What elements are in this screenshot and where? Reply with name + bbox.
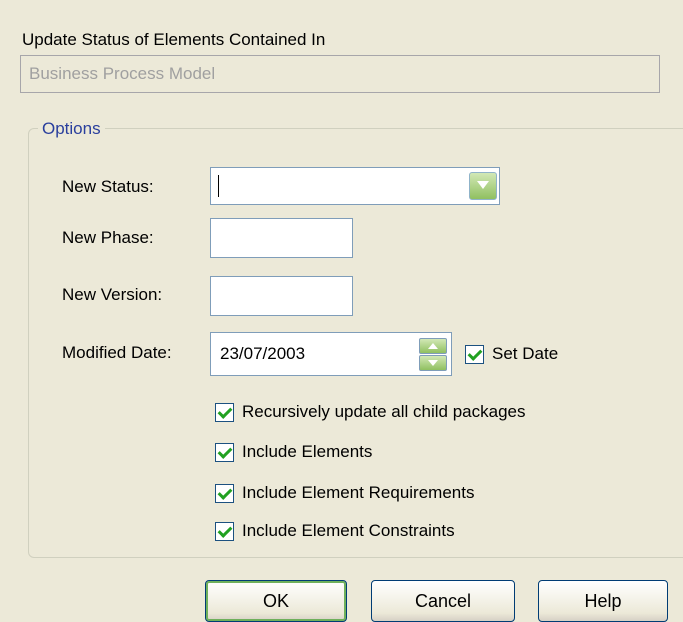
recursive-update-label: Recursively update all child packages	[242, 402, 526, 421]
options-legend: Options	[38, 119, 105, 139]
spin-down-icon[interactable]	[419, 355, 447, 371]
checkbox-checked-icon[interactable]	[215, 402, 234, 422]
modified-date-label: Modified Date:	[62, 343, 172, 362]
new-phase-label: New Phase:	[62, 228, 154, 247]
checkbox-checked-icon[interactable]	[215, 521, 234, 541]
include-constraints-checkbox[interactable]: Include Element Constraints	[215, 521, 455, 541]
set-date-checkbox[interactable]: Set Date	[465, 344, 558, 364]
new-version-input[interactable]	[210, 276, 353, 316]
modified-date-value: 23/07/2003	[220, 344, 306, 363]
checkbox-checked-icon[interactable]	[465, 344, 484, 364]
checkbox-checked-icon[interactable]	[215, 483, 234, 503]
ok-button[interactable]: OK	[205, 580, 347, 622]
include-constraints-label: Include Element Constraints	[242, 521, 455, 540]
include-requirements-checkbox[interactable]: Include Element Requirements	[215, 483, 474, 503]
spin-up-icon[interactable]	[419, 338, 447, 354]
cancel-button[interactable]: Cancel	[371, 580, 515, 622]
text-caret	[218, 175, 219, 197]
chevron-down-icon[interactable]	[469, 172, 497, 200]
new-status-label: New Status:	[62, 177, 154, 196]
new-phase-input[interactable]	[210, 218, 353, 258]
recursive-update-checkbox[interactable]: Recursively update all child packages	[215, 402, 526, 422]
new-status-combobox[interactable]	[210, 167, 500, 205]
set-date-label: Set Date	[492, 344, 559, 363]
help-button[interactable]: Help	[538, 580, 668, 622]
include-elements-label: Include Elements	[242, 442, 373, 461]
modified-date-picker[interactable]: 23/07/2003	[210, 332, 452, 376]
package-name-field: Business Process Model	[20, 55, 660, 93]
new-version-label: New Version:	[62, 285, 163, 304]
include-elements-checkbox[interactable]: Include Elements	[215, 442, 372, 462]
checkbox-checked-icon[interactable]	[215, 442, 234, 462]
dialog-heading: Update Status of Elements Contained In	[22, 30, 326, 49]
include-requirements-label: Include Element Requirements	[242, 483, 475, 502]
